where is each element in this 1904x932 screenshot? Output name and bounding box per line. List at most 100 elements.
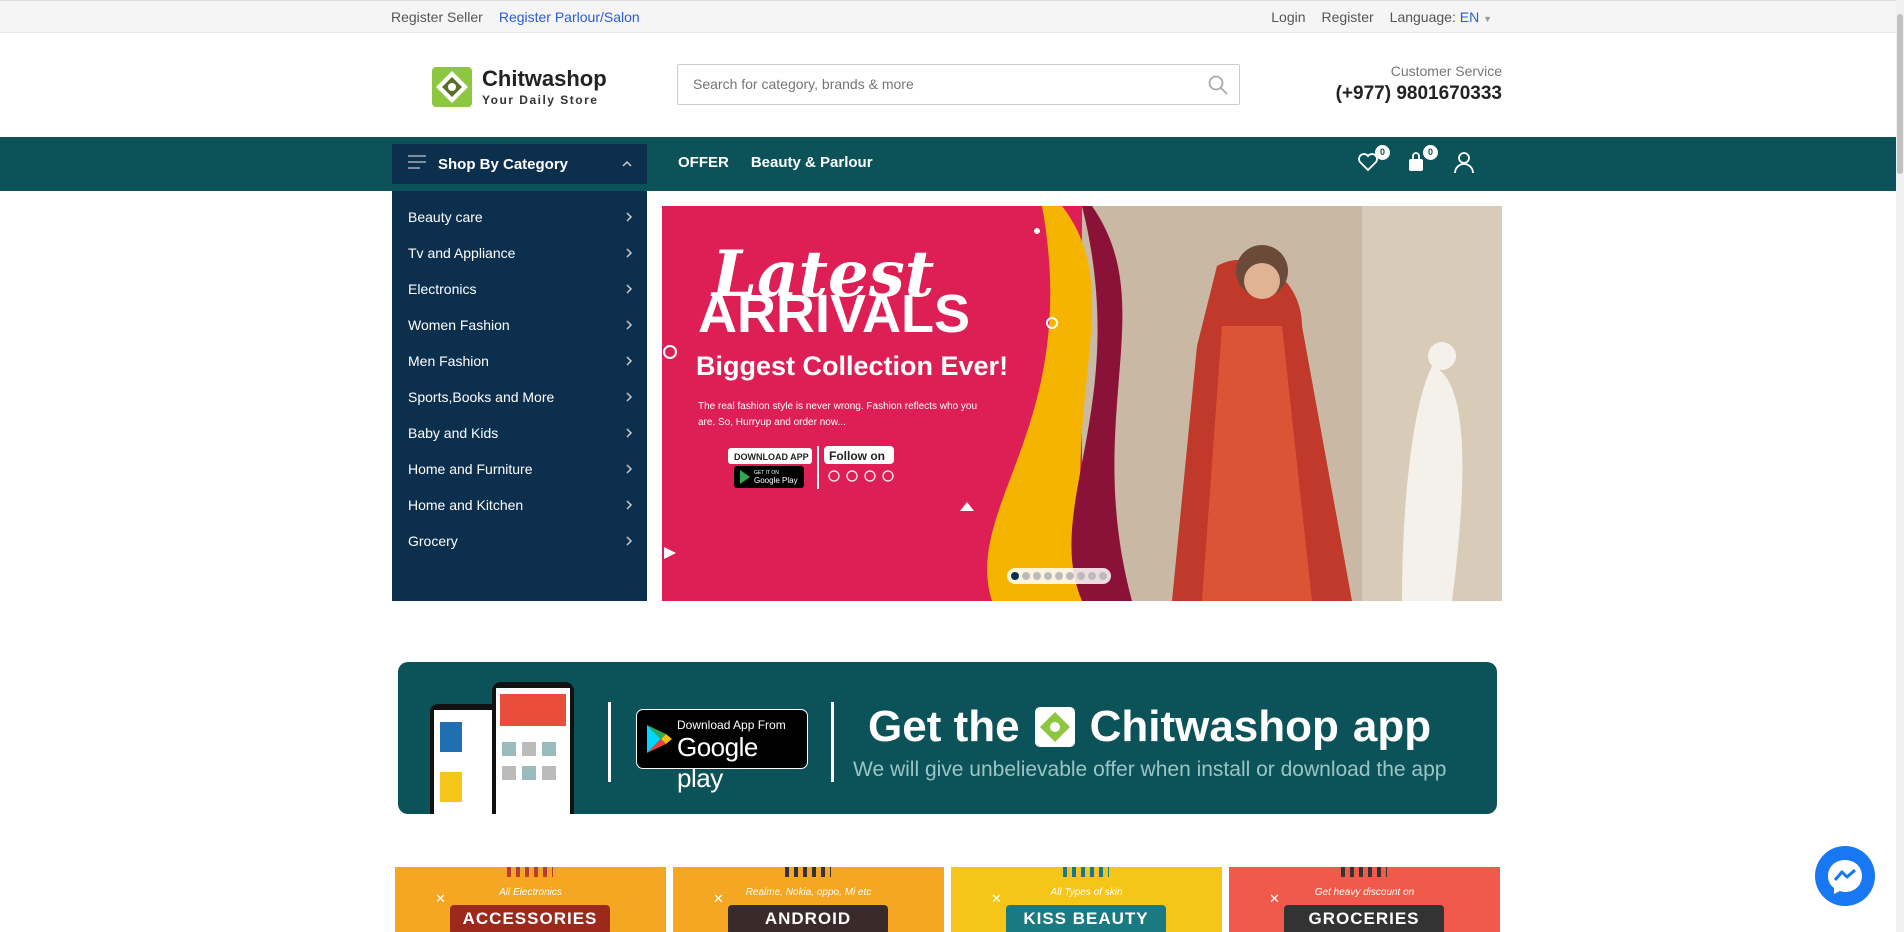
shop-by-category-label: Shop By Category — [438, 155, 569, 173]
account-button[interactable] — [1452, 150, 1478, 176]
download-app-banner[interactable]: Download App From Google play Get the Ch… — [398, 662, 1497, 814]
messenger-chat-button[interactable] — [1815, 846, 1875, 906]
tile-label: ANDROID — [728, 905, 888, 932]
register-seller-link[interactable]: Register Seller — [391, 9, 483, 25]
brand-text: Chitwashop — [1089, 702, 1339, 751]
carousel-dot[interactable] — [1066, 572, 1074, 580]
scrollbar-thumb[interactable] — [1897, 14, 1903, 174]
tile-stripes — [1341, 867, 1387, 877]
site-logo[interactable]: Chitwashop Your Daily Store — [430, 61, 608, 113]
promo-tile-android[interactable]: ✕ Realme, Nokia, oppo, Mi etc ANDROID — [673, 867, 944, 932]
language-selector[interactable]: Language: EN ▼ — [1390, 9, 1492, 25]
promo-tile-accessories[interactable]: ✕ All Electronics ACCESSORIES — [395, 867, 666, 932]
nav-link-offer[interactable]: OFFER — [678, 154, 729, 171]
category-item-label: Beauty care — [408, 209, 483, 225]
menu-icon — [408, 155, 426, 173]
chevron-right-icon — [625, 245, 633, 261]
category-menu: Beauty care Tv and Appliance Electronics… — [392, 191, 647, 601]
category-item[interactable]: Women Fashion — [392, 307, 647, 343]
chevron-right-icon — [625, 533, 633, 549]
chevron-right-icon — [625, 497, 633, 513]
hero-download-label: DOWNLOAD APP — [734, 452, 809, 462]
google-play-big-text: Google play — [677, 732, 758, 793]
google-play-small-text: Download App From — [677, 718, 786, 732]
chevron-right-icon — [625, 209, 633, 225]
google-play-badge[interactable]: Download App From Google play — [636, 709, 808, 793]
category-item-label: Baby and Kids — [408, 425, 499, 441]
tile-script-text: Get heavy discount on — [1314, 887, 1415, 898]
tile-stripes — [507, 867, 553, 877]
chevron-down-icon: ▼ — [1483, 14, 1492, 24]
hero-arrivals-text: ARRIVALS — [698, 284, 970, 344]
promo-tile-groceries[interactable]: ✕ Get heavy discount on GROCERIES — [1229, 867, 1500, 932]
phone-mockup-image — [430, 682, 574, 814]
customer-service: Customer Service (+977) 9801670333 — [1336, 63, 1502, 105]
tile-stripes — [1063, 867, 1109, 877]
carousel-dot[interactable] — [1055, 572, 1063, 580]
promo-tiles: ✕ All Electronics ACCESSORIES ✕ Realme, … — [395, 867, 1500, 932]
wishlist-count-badge: 0 — [1375, 145, 1390, 160]
hero-gp-big: Google Play — [754, 476, 798, 485]
chevron-right-icon — [625, 281, 633, 297]
carousel-dot[interactable] — [1022, 572, 1030, 580]
carousel-dot[interactable] — [1099, 572, 1107, 580]
category-item[interactable]: Home and Kitchen — [392, 487, 647, 523]
carousel-dot[interactable] — [1077, 572, 1085, 580]
banner-divider — [831, 702, 834, 782]
wishlist-button[interactable]: 0 — [1356, 145, 1390, 176]
banner-divider — [608, 702, 611, 782]
category-item[interactable]: Men Fashion — [392, 343, 647, 379]
carousel-dot[interactable] — [1088, 572, 1096, 580]
tile-label: KISS BEAUTY — [1006, 905, 1166, 932]
carousel-dot[interactable] — [1033, 572, 1041, 580]
category-item-label: Tv and Appliance — [408, 245, 516, 261]
chevron-up-icon — [621, 157, 633, 174]
category-item[interactable]: Tv and Appliance — [392, 235, 647, 271]
category-item[interactable]: Home and Furniture — [392, 451, 647, 487]
category-item[interactable]: Beauty care — [392, 199, 647, 235]
cart-button[interactable]: 0 — [1404, 145, 1438, 176]
main-nav: Shop By Category OFFER Beauty & Parlour … — [0, 137, 1896, 191]
page-scrollbar[interactable] — [1896, 0, 1904, 932]
category-item[interactable]: Grocery — [392, 523, 647, 559]
site-header: Chitwashop Your Daily Store Customer Ser… — [0, 33, 1904, 137]
hero-carousel[interactable]: Latest ARRIVALS Biggest Collection Ever!… — [662, 206, 1502, 601]
carousel-dot[interactable] — [1011, 572, 1019, 580]
tile-script-text: Realme, Nokia, oppo, Mi etc — [745, 887, 872, 898]
tile-script-text: All Electronics — [499, 887, 562, 898]
get-the-app-heading: Get the Chitwashop app — [868, 702, 1431, 752]
category-item-label: Electronics — [408, 281, 477, 297]
category-item-label: Grocery — [408, 533, 458, 549]
category-item[interactable]: Electronics — [392, 271, 647, 307]
chevron-right-icon — [625, 425, 633, 441]
login-link[interactable]: Login — [1271, 9, 1305, 25]
register-parlour-link[interactable]: Register Parlour/Salon — [499, 9, 640, 25]
google-play-icon — [647, 725, 672, 753]
shop-by-category-button[interactable]: Shop By Category — [392, 144, 647, 184]
category-item-label: Home and Furniture — [408, 461, 533, 477]
language-value: EN — [1459, 9, 1480, 25]
category-item[interactable]: Baby and Kids — [392, 415, 647, 451]
chevron-right-icon — [625, 353, 633, 369]
category-item-label: Sports,Books and More — [408, 389, 555, 405]
tile-label: GROCERIES — [1284, 905, 1444, 932]
tile-label: ACCESSORIES — [450, 905, 610, 932]
nav-link-beauty-parlour[interactable]: Beauty & Parlour — [751, 154, 873, 171]
hero-banner-image: Latest ARRIVALS Biggest Collection Ever!… — [662, 206, 1502, 601]
search-input[interactable] — [678, 65, 1178, 103]
app-text: app — [1352, 702, 1432, 751]
hero-body-1: The real fashion style is never wrong. F… — [698, 401, 977, 412]
chevron-right-icon — [625, 317, 633, 333]
register-link[interactable]: Register — [1322, 9, 1374, 25]
category-item[interactable]: Sports,Books and More — [392, 379, 647, 415]
logo-tagline: Your Daily Store — [482, 92, 599, 107]
customer-service-phone[interactable]: (+977) 9801670333 — [1336, 83, 1502, 105]
category-item-label: Men Fashion — [408, 353, 489, 369]
carousel-dot[interactable] — [1044, 572, 1052, 580]
promo-tile-kiss-beauty[interactable]: ✕ All Types of skin KISS BEAUTY — [951, 867, 1222, 932]
search-icon[interactable] — [1207, 74, 1229, 101]
top-utility-bar: Register Seller Register Parlour/Salon L… — [0, 0, 1904, 33]
hero-follow-label: Follow on — [829, 449, 885, 463]
app-banner-subtitle: We will give unbelievable offer when ins… — [853, 758, 1447, 781]
chevron-right-icon — [625, 461, 633, 477]
